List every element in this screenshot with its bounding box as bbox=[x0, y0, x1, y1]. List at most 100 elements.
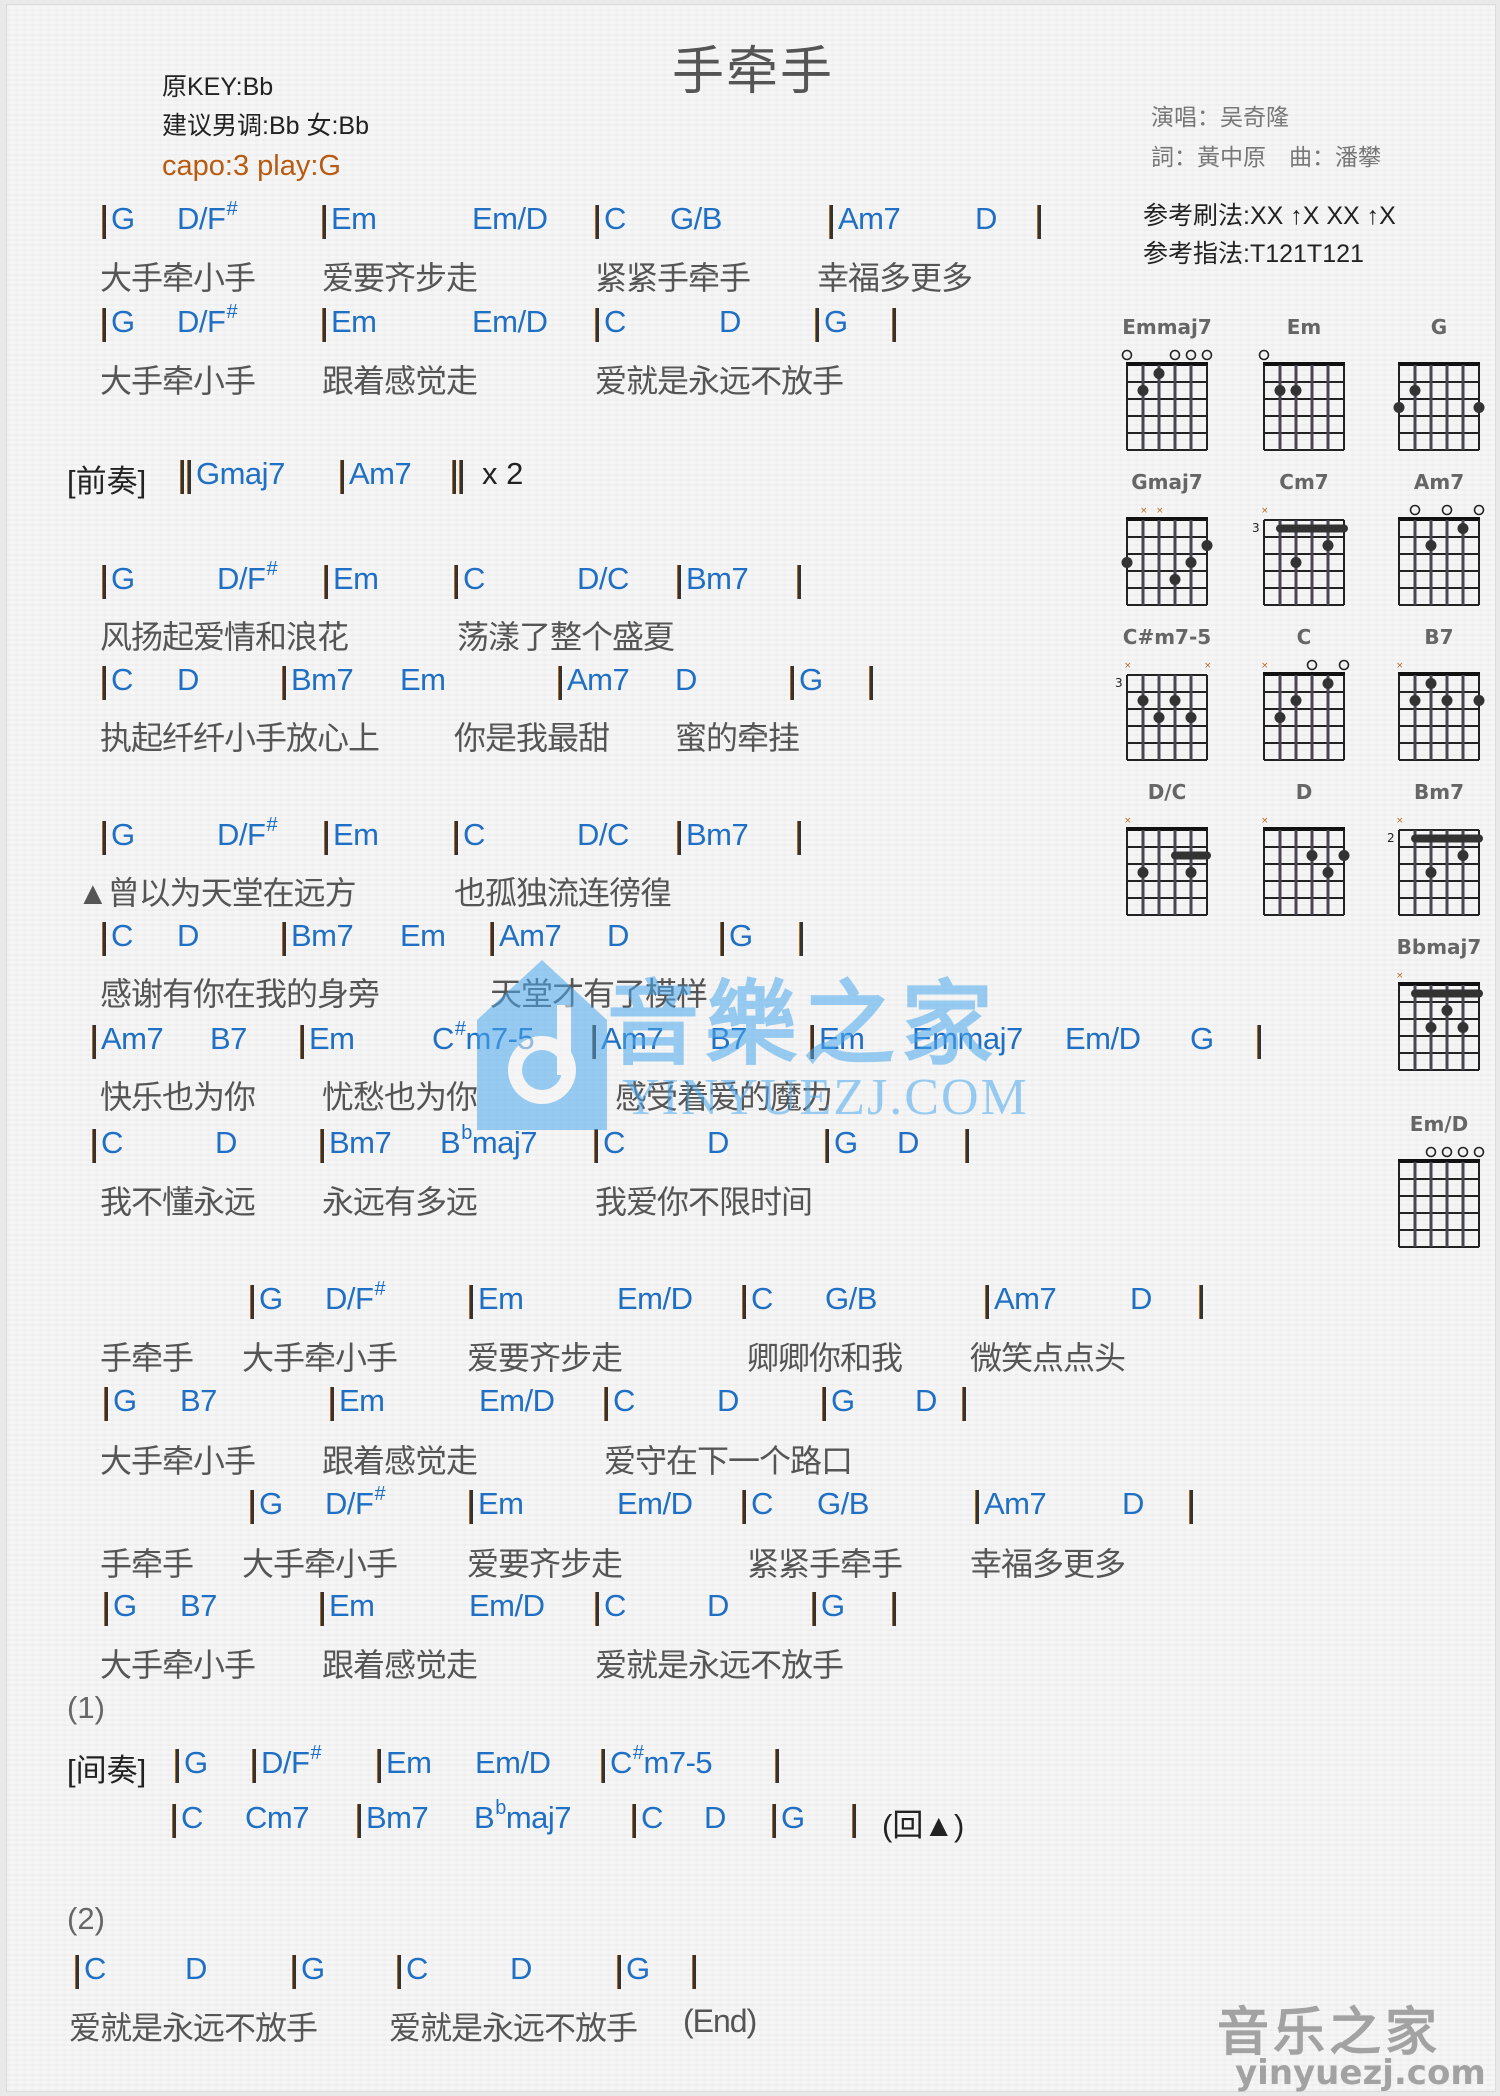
finger-dot bbox=[1274, 712, 1286, 723]
chord-root: D/F bbox=[177, 201, 226, 236]
chord-symbol: C bbox=[604, 304, 626, 340]
finger-dot bbox=[1290, 557, 1302, 568]
bar-line bbox=[324, 821, 328, 855]
chord-root: C bbox=[641, 1800, 663, 1835]
bar-line bbox=[75, 1955, 79, 1989]
bar-line bbox=[812, 1592, 816, 1626]
chord-symbol: D/F# bbox=[217, 814, 278, 853]
bar-line bbox=[320, 1592, 324, 1626]
watermark-url: YINYUEZJ.COM bbox=[622, 1069, 1029, 1126]
muted-string-marker: × bbox=[1156, 506, 1164, 516]
chord-symbol: G bbox=[821, 1588, 845, 1624]
chord-root: D/F bbox=[261, 1745, 310, 1780]
chord-root: Em bbox=[309, 1021, 355, 1056]
chord-root: Em bbox=[329, 1588, 375, 1623]
muted-string-marker: × bbox=[1124, 661, 1132, 671]
chord-root: Am7 bbox=[984, 1486, 1047, 1521]
finger-dot bbox=[1457, 523, 1469, 534]
fretboard-grid: × bbox=[1124, 816, 1211, 916]
bar-line bbox=[102, 308, 106, 342]
chord-symbol: Em/D bbox=[472, 304, 548, 340]
chord-root: Bm7 bbox=[329, 1125, 392, 1160]
lyric-phrase: 跟着感觉走 bbox=[322, 1443, 478, 1479]
chord-root: Em bbox=[331, 201, 377, 236]
chord-root: Am7 bbox=[349, 456, 412, 491]
chord-root: Bm7 bbox=[366, 1800, 429, 1835]
finger-dot bbox=[1457, 1022, 1469, 1033]
chord-root: B bbox=[474, 1800, 495, 1835]
fretboard-grid: × bbox=[1261, 816, 1350, 916]
chord-symbol: C bbox=[604, 201, 626, 237]
chord-root: D bbox=[510, 1951, 532, 1986]
interlude-label: [间奏] bbox=[67, 1753, 147, 1788]
bar-line bbox=[1037, 205, 1041, 239]
bar-line bbox=[1189, 1490, 1193, 1524]
chord-root: C bbox=[604, 1588, 626, 1623]
bar-line bbox=[454, 565, 458, 599]
chord-accidental: # bbox=[310, 1742, 322, 1764]
bar-line bbox=[677, 565, 681, 599]
strum-pattern: 参考刷法:XX ↑X XX ↑X bbox=[1143, 202, 1396, 230]
finger-dot bbox=[1322, 678, 1334, 689]
fretboard-grid: 3× bbox=[1252, 506, 1348, 606]
chord-symbol: Em bbox=[331, 304, 377, 340]
chord-symbol: D/F# bbox=[325, 1483, 386, 1522]
chord-root: D/F bbox=[325, 1281, 374, 1316]
lyric-phrase: 风扬起爱情和浪花 bbox=[100, 619, 349, 655]
bar-line bbox=[357, 1804, 361, 1838]
chord-root: G bbox=[259, 1281, 283, 1316]
muted-string-marker: × bbox=[1396, 816, 1404, 826]
muted-string-marker: × bbox=[1396, 661, 1404, 671]
lyric-phrase: 大手牵小手 bbox=[242, 1546, 398, 1582]
chord-symbol: G bbox=[729, 918, 753, 954]
lyric-phrase: 卿卿你和我 bbox=[747, 1340, 903, 1376]
chord-symbol: D bbox=[675, 662, 697, 698]
finger-dot bbox=[1185, 712, 1197, 723]
barre-bar bbox=[1276, 524, 1348, 533]
chord-root: G bbox=[1190, 1021, 1214, 1056]
lyric-phrase: 蜜的牵挂 bbox=[675, 720, 800, 756]
finger-dot bbox=[1425, 867, 1437, 878]
chord-root: C bbox=[84, 1951, 106, 1986]
chord-root: Em/D bbox=[475, 1745, 551, 1780]
chord-root: G bbox=[113, 1588, 137, 1623]
finger-dot bbox=[1473, 695, 1485, 706]
chord-symbol: Em bbox=[331, 201, 377, 237]
chord-diagram: G bbox=[1379, 315, 1499, 465]
watermark-center: 音樂之家 YINYUEZJ.COM bbox=[437, 950, 1077, 1145]
song-title: 手牵手 bbox=[672, 43, 835, 101]
chord-root: Am7 bbox=[567, 662, 630, 697]
chord-root: C bbox=[101, 1125, 123, 1160]
bar-line bbox=[175, 1749, 179, 1783]
finger-dot bbox=[1274, 385, 1286, 396]
finger-dot bbox=[1153, 368, 1165, 379]
chord-symbol: D/F# bbox=[325, 1278, 386, 1317]
chord-symbol: G bbox=[799, 662, 823, 698]
chord-root: C bbox=[181, 1800, 203, 1835]
chord-root: Em/D bbox=[617, 1281, 693, 1316]
chord-root: B7 bbox=[210, 1021, 247, 1056]
bar-line bbox=[595, 1592, 599, 1626]
chord-symbol: G bbox=[259, 1281, 283, 1317]
chord-diagram: Gmaj7 × × bbox=[1107, 470, 1227, 620]
muted-string-marker: × bbox=[1396, 971, 1404, 981]
chord-symbol: C bbox=[84, 1951, 106, 1987]
chord-root: G bbox=[111, 817, 135, 852]
bar-line bbox=[558, 666, 562, 700]
chord-root: Em bbox=[478, 1281, 524, 1316]
lyric-phrase: 荡漾了整个盛夏 bbox=[457, 619, 675, 655]
bar-line bbox=[292, 1955, 296, 1989]
chord-symbol: Am7 bbox=[499, 918, 562, 954]
chord-symbol: G bbox=[301, 1951, 325, 1987]
chord-diagram: Bbmaj7 × bbox=[1379, 935, 1499, 1085]
chord-root: G/B bbox=[670, 201, 722, 236]
lyric-phrase: 大手牵小手 bbox=[242, 1340, 398, 1376]
chord-symbol: G bbox=[111, 201, 135, 237]
nut bbox=[1263, 362, 1345, 366]
writer-credit: 詞：黃中原 曲：潘攀 bbox=[1151, 144, 1381, 170]
bar-line bbox=[595, 205, 599, 239]
chord-root: Em bbox=[400, 918, 446, 953]
chord-symbol: Bm7 bbox=[366, 1800, 429, 1836]
chord-root: D bbox=[607, 918, 629, 953]
chord-symbol: B7 bbox=[210, 1021, 247, 1057]
